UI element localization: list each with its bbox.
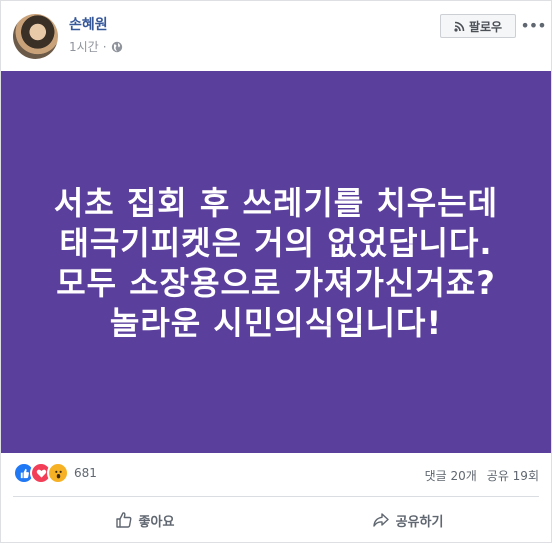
reaction-summary[interactable]: 681 [13, 462, 97, 484]
like-button[interactable]: 좋아요 [13, 498, 276, 542]
post-time[interactable]: 1시간 [69, 38, 99, 55]
like-label: 좋아요 [138, 514, 175, 530]
post-stats: 댓글 20개 공유 19회 [425, 467, 539, 484]
thumbs-up-icon [115, 512, 131, 528]
author-name[interactable]: 손혜원 [69, 14, 108, 34]
post-header: 손혜원 1시간 · 팔로우 ••• [1, 1, 551, 71]
action-bar: 좋아요 공유하기 [13, 498, 539, 542]
avatar[interactable] [13, 14, 58, 59]
post-meta: 1시간 · [69, 38, 123, 55]
share-button[interactable]: 공유하기 [276, 498, 539, 542]
divider [13, 496, 539, 497]
follow-label: 팔로우 [468, 19, 503, 34]
share-label: 공유하기 [395, 514, 444, 530]
reaction-count: 681 [74, 466, 97, 480]
share-count[interactable]: 공유 19회 [487, 467, 539, 484]
post-image-text: 서초 집회 후 쓰레기를 치우는데 태극기피켓은 거의 없었답니다. 모두 소장… [53, 184, 499, 342]
post-card: 손혜원 1시간 · 팔로우 ••• 서초 집회 후 쓰레기를 치우는데 태극기피… [0, 0, 552, 543]
follow-button[interactable]: 팔로우 [440, 14, 516, 38]
post-image[interactable]: 서초 집회 후 쓰레기를 치우는데 태극기피켓은 거의 없었답니다. 모두 소장… [1, 71, 551, 453]
more-options-icon[interactable]: ••• [520, 15, 546, 35]
share-icon [372, 513, 389, 527]
rss-icon [454, 21, 465, 32]
wow-icon [47, 462, 69, 484]
globe-icon[interactable] [111, 41, 123, 53]
comment-count[interactable]: 댓글 20개 [425, 467, 477, 484]
